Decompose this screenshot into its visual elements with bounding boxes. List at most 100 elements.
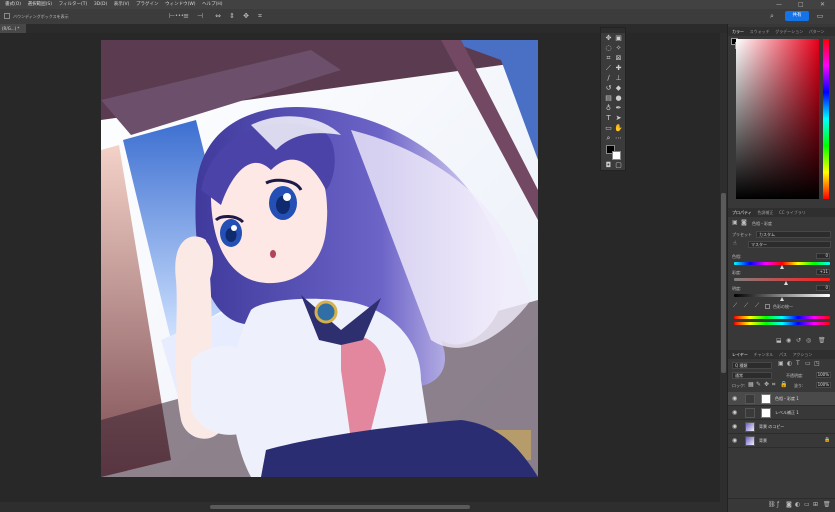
trash-icon[interactable]: 🗑 (818, 337, 826, 344)
tab-actions[interactable]: アクション (793, 350, 813, 359)
eye-icon[interactable]: ◉ (732, 437, 737, 444)
share-button[interactable]: 共有 (785, 11, 809, 21)
brush-icon[interactable]: ∕ (604, 74, 613, 83)
menu-3d[interactable]: 3D(D) (94, 0, 107, 9)
tab-gradients[interactable]: グラデーション (775, 27, 803, 36)
rectangle-icon[interactable]: ▭ (604, 124, 613, 133)
tab-properties[interactable]: プロパティ (732, 208, 752, 217)
layer-row[interactable]: ◉ レベル補正 1 (728, 406, 835, 420)
hue-slider[interactable] (823, 39, 829, 199)
filter-shape-icon[interactable]: ▭ (805, 360, 811, 367)
crop-icon[interactable]: ⌗ (604, 54, 613, 63)
close-window-icon[interactable]: ✕ (820, 0, 825, 9)
filter-smart-object-icon[interactable]: ◳ (814, 360, 820, 367)
magic-wand-icon[interactable]: ✧ (614, 44, 623, 53)
fill-field[interactable]: 100% (816, 382, 831, 388)
lasso-icon[interactable]: ◌ (604, 44, 613, 53)
hand-icon[interactable]: ✋ (614, 124, 623, 133)
lightness-slider-knob[interactable] (779, 297, 784, 301)
vertical-scroll-thumb[interactable] (721, 193, 726, 373)
hue-value-field[interactable]: 0 (816, 253, 830, 259)
document-tab[interactable]: (R/G...) * (0, 24, 26, 33)
move-icon[interactable]: ✥ (604, 34, 613, 43)
distribute-vertical-icon[interactable]: ⇕ (228, 12, 236, 20)
eyedropper-plus-icon[interactable]: ⟋ (744, 302, 748, 310)
preset-select[interactable]: カスタム (756, 231, 831, 238)
view-previous-icon[interactable]: ◉ (786, 337, 791, 344)
quick-mask-icon[interactable]: ◘ (604, 161, 613, 170)
gradient-icon[interactable]: ▤ (604, 94, 613, 103)
horizontal-scrollbar[interactable] (0, 502, 727, 512)
artboard-icon[interactable]: ▣ (614, 34, 623, 43)
eyedropper-minus-icon[interactable]: ⟋ (755, 302, 759, 310)
new-adjustment-icon[interactable]: ◐ (795, 501, 800, 508)
maximize-icon[interactable]: □ (798, 0, 804, 9)
menu-window[interactable]: ウィンドウ(W) (165, 0, 195, 9)
menu-select[interactable]: 選択範囲(S) (28, 0, 52, 9)
type-icon[interactable]: T (604, 114, 613, 123)
channel-select[interactable]: マスター (748, 241, 831, 248)
saturation-track[interactable] (734, 278, 830, 281)
search-icon[interactable]: ⌕ (768, 12, 776, 20)
tab-color[interactable]: カラー (732, 27, 744, 36)
saturation-value-field[interactable]: +11 (816, 269, 830, 275)
workspace-icon[interactable]: ▭ (816, 12, 824, 20)
menu-help[interactable]: ヘルプ(H) (202, 0, 222, 9)
menu-format[interactable]: 書式(O) (5, 0, 21, 9)
dodge-icon[interactable]: ♁ (604, 104, 613, 113)
tab-paths[interactable]: パス (779, 350, 787, 359)
target-adjust-icon[interactable]: ☝ (733, 240, 737, 247)
layer-row[interactable]: ◉ 色相・彩度 1 (728, 392, 835, 406)
distribute-icon[interactable]: ⇔ (214, 12, 222, 20)
hue-slider-knob[interactable] (779, 265, 784, 269)
spot-heal-icon[interactable]: ✚ (614, 64, 623, 73)
align-right-icon[interactable]: ⊣ (196, 12, 204, 20)
color-picker-field[interactable] (736, 39, 819, 199)
saturation-slider-knob[interactable] (784, 281, 789, 285)
tab-channels[interactable]: チャンネル (753, 350, 773, 359)
eye-icon[interactable]: ◉ (732, 409, 737, 416)
eyedropper-icon[interactable]: ⟋ (604, 64, 613, 73)
eraser-icon[interactable]: ◆ (614, 84, 623, 93)
layer-row[interactable]: ◉ 背景 のコピー (728, 420, 835, 434)
filter-type-icon[interactable]: T (796, 360, 800, 367)
layer-row[interactable]: ◉ 背景 🔒 (728, 434, 835, 448)
lock-artboard-icon[interactable]: ⌗ (772, 381, 775, 389)
menu-view[interactable]: 表示(V) (114, 0, 130, 9)
link-icon[interactable]: ⛓ (768, 501, 776, 508)
zoom-icon[interactable]: ⌕ (604, 134, 613, 143)
history-brush-icon[interactable]: ↺ (604, 84, 613, 93)
transform-icon[interactable]: ✥ (242, 12, 250, 20)
layer-name[interactable]: 色相・彩度 1 (775, 396, 799, 402)
fx-icon[interactable]: ƒ (777, 501, 779, 508)
layer-mask-thumb[interactable] (761, 408, 771, 418)
screen-mode-icon[interactable]: ▢ (614, 161, 623, 170)
vertical-scrollbar[interactable] (720, 33, 727, 502)
tab-patterns[interactable]: パターン (809, 27, 825, 36)
more-options-icon[interactable]: ••• (175, 13, 184, 19)
menu-plugins[interactable]: プラグイン (136, 0, 159, 9)
lock-position-icon[interactable]: ✥ (764, 381, 769, 388)
stamp-icon[interactable]: ⊥ (614, 74, 623, 83)
pen-icon[interactable]: ✒ (614, 104, 623, 113)
background-color-swatch[interactable] (612, 151, 621, 160)
delete-layer-icon[interactable]: 🗑 (823, 501, 831, 508)
tab-layers[interactable]: レイヤー (732, 350, 748, 359)
mask-icon[interactable]: ◙ (741, 219, 747, 226)
layer-name[interactable]: 背景 (759, 438, 767, 444)
clip-to-layer-icon[interactable]: ⬓ (776, 337, 782, 344)
layer-filter-select[interactable]: Q 種類 (732, 362, 772, 369)
eye-icon[interactable]: ◉ (732, 395, 737, 402)
bounding-box-checkbox[interactable] (4, 13, 10, 19)
tools-panel-grip[interactable] (601, 28, 625, 33)
lightness-value-field[interactable]: 0 (816, 285, 830, 291)
layer-name[interactable]: 背景 のコピー (759, 424, 784, 430)
layer-mask-thumb[interactable] (761, 394, 771, 404)
blur-icon[interactable]: ● (614, 94, 623, 103)
tab-adjustments[interactable]: 色調補正 (757, 208, 773, 217)
filter-pixel-icon[interactable]: ▣ (778, 360, 784, 367)
lock-pixels-icon[interactable]: ✎ (756, 381, 761, 388)
eye-icon[interactable]: ◉ (732, 423, 737, 430)
eyedropper-icon[interactable]: ⟋ (733, 302, 737, 310)
new-group-icon[interactable]: ▭ (804, 501, 810, 508)
